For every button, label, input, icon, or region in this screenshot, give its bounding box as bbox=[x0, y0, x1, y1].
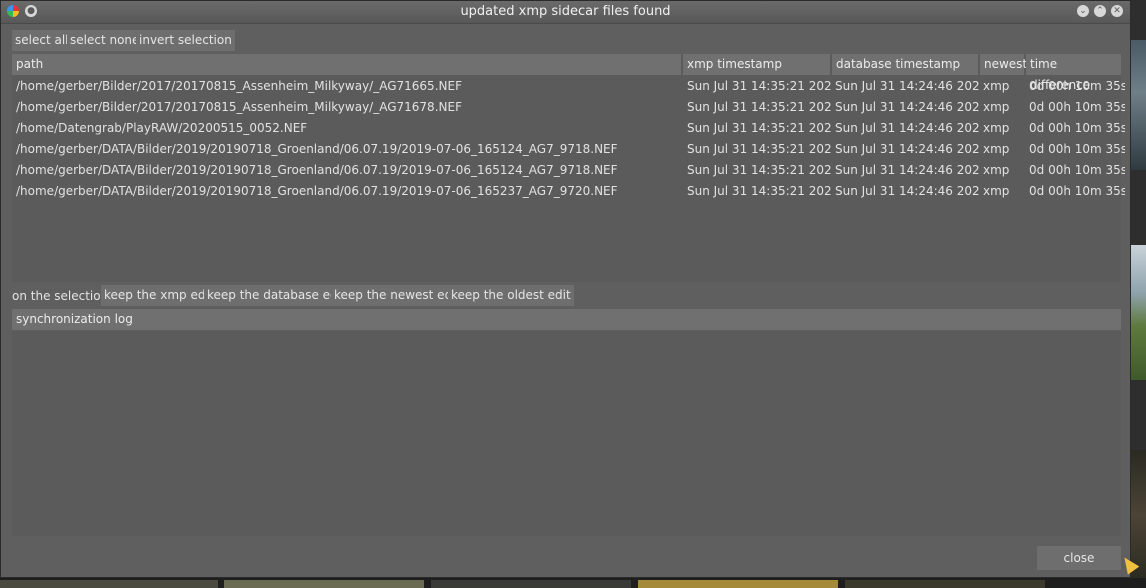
cell-database-timestamp: Sun Jul 31 14:24:46 2022 bbox=[835, 163, 980, 177]
table-row[interactable]: /home/gerber/Bilder/2017/20170815_Assenh… bbox=[12, 76, 1125, 97]
cell-newest: xmp bbox=[983, 79, 1010, 93]
background-thumbnail bbox=[1131, 40, 1146, 170]
cell-path: /home/gerber/DATA/Bilder/2019/20190718_G… bbox=[16, 163, 618, 177]
cell-newest: xmp bbox=[983, 121, 1010, 135]
cell-path: /home/gerber/Bilder/2017/20170815_Assenh… bbox=[16, 79, 462, 93]
table-row[interactable]: /home/gerber/DATA/Bilder/2019/20190718_G… bbox=[12, 181, 1125, 202]
cell-database-timestamp: Sun Jul 31 14:24:46 2022 bbox=[835, 79, 980, 93]
synchronization-log-header: synchronization log bbox=[12, 309, 1121, 330]
cell-newest: xmp bbox=[983, 184, 1010, 198]
select-none-button[interactable]: select none bbox=[67, 30, 143, 51]
cell-time-difference: 0d 00h 10m 35s bbox=[1029, 79, 1125, 93]
close-button[interactable]: close bbox=[1037, 546, 1121, 570]
column-header-path[interactable]: path bbox=[12, 54, 681, 75]
cell-time-difference: 0d 00h 10m 35s bbox=[1029, 142, 1125, 156]
cell-time-difference: 0d 00h 10m 35s bbox=[1029, 100, 1125, 114]
background-thumbnail bbox=[845, 580, 1045, 588]
cell-path: /home/gerber/DATA/Bilder/2019/20190718_G… bbox=[16, 184, 618, 198]
keep-xmp-edit-button[interactable]: keep the xmp edit bbox=[101, 285, 217, 306]
cell-newest: xmp bbox=[983, 163, 1010, 177]
maximize-icon[interactable]: ⌃ bbox=[1094, 5, 1106, 17]
cell-path: /home/gerber/Bilder/2017/20170815_Assenh… bbox=[16, 100, 462, 114]
cell-database-timestamp: Sun Jul 31 14:24:46 2022 bbox=[835, 142, 980, 156]
column-header-time-difference[interactable]: time difference bbox=[1026, 54, 1121, 92]
column-header-xmp-timestamp[interactable]: xmp timestamp bbox=[683, 54, 830, 75]
column-header-database-timestamp[interactable]: database timestamp bbox=[832, 54, 978, 75]
cell-xmp-timestamp: Sun Jul 31 14:35:21 2022 bbox=[687, 100, 832, 114]
cell-path: /home/Datengrab/PlayRAW/20200515_0052.NE… bbox=[16, 121, 308, 135]
cell-xmp-timestamp: Sun Jul 31 14:35:21 2022 bbox=[687, 142, 832, 156]
cell-time-difference: 0d 00h 10m 35s bbox=[1029, 163, 1125, 177]
window-title: updated xmp sidecar files found bbox=[460, 4, 671, 19]
background-photo-strip bbox=[1131, 0, 1146, 588]
background-thumbnail bbox=[638, 580, 838, 588]
cell-database-timestamp: Sun Jul 31 14:24:46 2022 bbox=[835, 121, 980, 135]
cell-newest: xmp bbox=[983, 100, 1010, 114]
cell-path: /home/gerber/DATA/Bilder/2019/20190718_G… bbox=[16, 142, 618, 156]
table-row[interactable]: /home/gerber/Bilder/2017/20170815_Assenh… bbox=[12, 97, 1125, 118]
cell-database-timestamp: Sun Jul 31 14:24:46 2022 bbox=[835, 184, 980, 198]
cell-time-difference: 0d 00h 10m 35s bbox=[1029, 121, 1125, 135]
title-bar[interactable]: ● updated xmp sidecar files found ⌄ ⌃ ✕ bbox=[1, 1, 1130, 24]
column-header-newest[interactable]: newest bbox=[980, 54, 1027, 75]
keep-newest-edit-button[interactable]: keep the newest edit bbox=[331, 285, 464, 306]
cell-time-difference: 0d 00h 10m 35s bbox=[1029, 184, 1125, 198]
table-row[interactable]: /home/gerber/DATA/Bilder/2019/20190718_G… bbox=[12, 139, 1125, 160]
cell-xmp-timestamp: Sun Jul 31 14:35:21 2022 bbox=[687, 121, 832, 135]
select-all-button[interactable]: select all bbox=[12, 30, 72, 51]
on-selection-label: on the selection: bbox=[12, 289, 113, 303]
background-filmstrip bbox=[0, 578, 1146, 588]
cell-xmp-timestamp: Sun Jul 31 14:35:21 2022 bbox=[687, 163, 832, 177]
minimize-icon[interactable]: ⌄ bbox=[1077, 5, 1089, 17]
close-window-icon[interactable]: ✕ bbox=[1111, 5, 1123, 17]
keep-oldest-edit-button[interactable]: keep the oldest edit bbox=[448, 285, 574, 306]
synchronization-log[interactable] bbox=[12, 331, 1121, 536]
files-table[interactable]: path xmp timestamp database timestamp ne… bbox=[12, 54, 1125, 282]
table-row[interactable]: /home/gerber/DATA/Bilder/2019/20190718_G… bbox=[12, 160, 1125, 181]
cell-xmp-timestamp: Sun Jul 31 14:35:21 2022 bbox=[687, 79, 832, 93]
background-thumbnail bbox=[431, 580, 631, 588]
cell-database-timestamp: Sun Jul 31 14:24:46 2022 bbox=[835, 100, 980, 114]
xmp-sync-dialog: ● updated xmp sidecar files found ⌄ ⌃ ✕ … bbox=[0, 0, 1131, 578]
cell-newest: xmp bbox=[983, 142, 1010, 156]
background-thumbnail bbox=[224, 580, 424, 588]
background-thumbnail bbox=[1131, 245, 1146, 380]
keep-database-edit-button[interactable]: keep the database edit bbox=[204, 285, 349, 306]
background-thumbnail bbox=[0, 580, 218, 588]
cell-xmp-timestamp: Sun Jul 31 14:35:21 2022 bbox=[687, 184, 832, 198]
table-row[interactable]: /home/Datengrab/PlayRAW/20200515_0052.NE… bbox=[12, 118, 1125, 139]
invert-selection-button[interactable]: invert selection bbox=[136, 30, 235, 51]
